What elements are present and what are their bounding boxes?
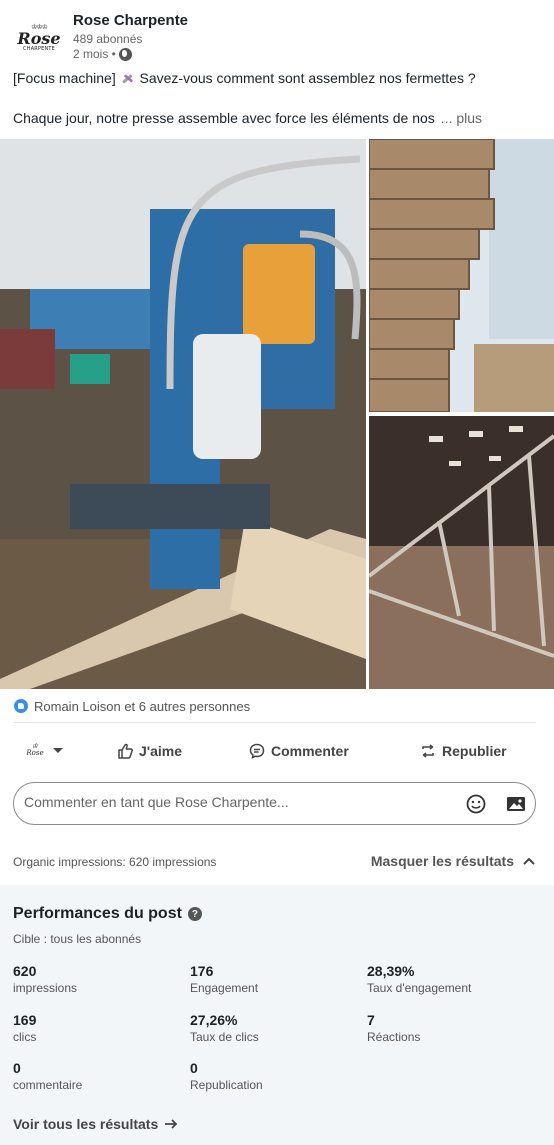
stat-reposts: 0 Republication [190,1060,263,1092]
post-text-line1: [Focus machine] Savez-vous comment sont … [13,70,476,86]
caret-down-icon [53,747,63,753]
company-logo[interactable]: ♔♔♔ Rose CHARPENTE [13,14,65,62]
globe-icon [118,47,132,61]
like-reaction-icon [14,699,28,713]
repost-button[interactable]: Republier [420,734,507,768]
repost-icon [422,744,434,758]
reactions-text: Romain Loison et 6 autres personnes [34,698,251,714]
stat-clicks: 169 clics [13,1012,37,1044]
photo-workshop-trusses[interactable] [369,416,554,689]
emoji-icon[interactable] [465,793,487,815]
comment-button[interactable]: Commenter [249,734,349,768]
photo-wood-stack[interactable] [369,139,554,412]
stat-reactions: 7 Réactions [367,1012,421,1044]
performance-panel: Performances du post ? Cible : tous les … [0,885,554,1145]
comment-box [13,782,536,825]
chevron-up-icon [523,857,535,865]
image-icon[interactable] [505,793,527,815]
arrow-right-icon [165,1119,178,1129]
reactions-summary[interactable]: Romain Loison et 6 autres personnes [14,698,250,714]
performance-title: Performances du post ? [13,905,202,923]
stat-engagement: 176 Engagement [190,963,259,995]
post-text-line2: Chaque jour, notre presse assemble avec … [13,110,483,126]
see-all-results-link[interactable]: Voir tous les résultats [13,1116,178,1132]
photo-gallery [0,139,554,689]
impressions-row: Organic impressions: 620 impressions Mas… [0,846,554,882]
action-bar: ♔ Rose J'aime Commenter Republier [0,734,554,768]
tools-emoji-icon [122,74,133,84]
hide-results-button[interactable]: Masquer les résultats [371,853,536,869]
audience-target: Cible : tous les abonnés [13,932,142,946]
organic-impressions: Organic impressions: 620 impressions [13,855,217,869]
help-icon[interactable]: ? [187,907,202,921]
stat-engagement-rate: 28,39% Taux d'engagement [367,963,472,995]
see-more-link[interactable]: ... plus [441,110,482,126]
stat-comments: 0 commentaire [13,1060,83,1092]
post-time: 2 mois • [73,47,116,61]
stat-click-rate: 27,26% Taux de clics [190,1012,259,1044]
post-meta: 2 mois • [73,47,132,61]
comment-input[interactable] [24,794,444,810]
divider [13,722,536,723]
thumbs-up-icon [118,743,133,759]
post-header: ♔♔♔ Rose CHARPENTE Rose Charpente 489 ab… [0,0,554,70]
photo-press-machine[interactable] [0,139,366,689]
comment-icon [249,743,265,759]
actor-switcher[interactable]: ♔ Rose [26,741,63,759]
follower-count: 489 abonnés [73,32,143,46]
author-name[interactable]: Rose Charpente [73,12,188,29]
like-button[interactable]: J'aime [117,734,182,768]
stat-impressions: 620 impressions [13,963,78,995]
company-mini-logo: ♔ Rose [26,742,44,757]
